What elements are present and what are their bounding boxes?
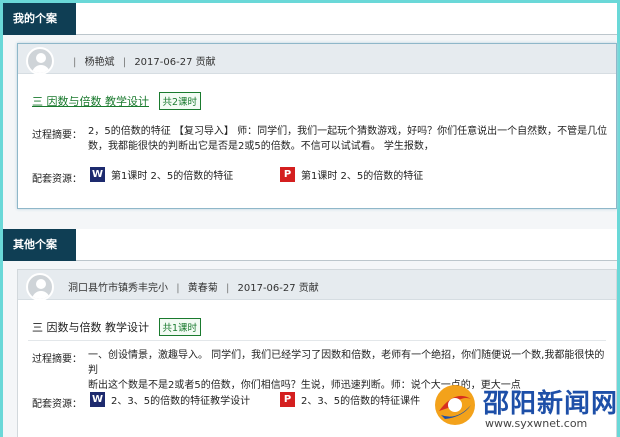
summary-label: 过程摘要： (32, 354, 82, 365)
case-card-mine: | 杨艳斌 | 2017-06-27 贡献 三 因数与倍数 教学设计 共2课时 … (17, 43, 617, 209)
resource-label[interactable]: 第1课时 2、5的倍数的特征 (301, 167, 423, 182)
resources-label: 配套资源： (32, 399, 82, 410)
case-title-link[interactable]: 三 因数与倍数 教学设计 (32, 321, 149, 334)
section-tab-others[interactable]: 其他个案 (3, 229, 76, 261)
section-tab-mine[interactable]: 我的个案 (3, 3, 76, 35)
resources-label: 配套资源： (32, 174, 82, 185)
ppt-doc-icon: P (280, 167, 295, 182)
summary-line: 数，我都能很快的判断出它是否是2或5的倍数。不信可以试试看。 学生报数， (88, 141, 434, 152)
section-others-header: 其他个案 (3, 229, 617, 261)
site-name: 邵阳新闻网 (483, 389, 619, 419)
resource-ppt[interactable]: P 2、3、5的倍数的特征课件 (280, 392, 420, 407)
resource-word[interactable]: W 2、3、5的倍数的特征教学设计 (90, 392, 250, 407)
page: 我的个案 | 杨艳斌 | 2017-06-27 贡献 三 因数与倍数 教学设计 … (0, 0, 620, 437)
author-meta: 洞口县竹市镇秀丰完小 | 黄春菊 | 2017-06-27 贡献 (68, 283, 319, 294)
avatar[interactable] (26, 47, 54, 75)
divider (28, 340, 606, 341)
lesson-count-badge: 共2课时 (158, 92, 202, 110)
case-title-link[interactable]: 三 因数与倍数 教学设计 (32, 95, 149, 108)
lesson-count-badge: 共1课时 (158, 318, 202, 336)
resource-ppt[interactable]: P 第1课时 2、5的倍数的特征 (280, 167, 423, 182)
summary-text: 2，5的倍数的特征 【复习导入】 师：同学们，我们一起玩个猜数游戏，好吗？你们任… (88, 124, 608, 154)
resource-label[interactable]: 2、3、5的倍数的特征教学设计 (111, 392, 250, 407)
author-row: 洞口县竹市镇秀丰完小 | 黄春菊 | 2017-06-27 贡献 (18, 270, 616, 301)
author-school[interactable]: 洞口县竹市镇秀丰完小 (68, 283, 168, 294)
author-name[interactable]: 杨艳斌 (85, 57, 115, 68)
case-title-row: 三 因数与倍数 教学设计 共2课时 (32, 92, 202, 110)
summary-line: 一、创设情景，激趣导入。 同学们，我们已经学习了因数和倍数，老师有一个绝招，你们… (88, 350, 605, 376)
summary-label: 过程摘要： (32, 130, 82, 141)
site-logo-icon (435, 385, 475, 425)
site-url: www.syxwnet.com (485, 417, 588, 430)
word-doc-icon: W (90, 392, 105, 407)
section-mine-header: 我的个案 (3, 3, 617, 35)
resource-label[interactable]: 2、3、5的倍数的特征课件 (301, 392, 420, 407)
word-doc-icon: W (90, 167, 105, 182)
resource-word[interactable]: W 第1课时 2、5的倍数的特征 (90, 167, 233, 182)
site-watermark: 邵阳新闻网 www.syxwnet.com (423, 377, 620, 437)
case-title-row: 三 因数与倍数 教学设计 共1课时 (32, 318, 202, 336)
author-row: | 杨艳斌 | 2017-06-27 贡献 (18, 44, 616, 75)
summary-line: 2，5的倍数的特征 【复习导入】 师：同学们，我们一起玩个猜数游戏，好吗？你们任… (88, 126, 608, 137)
contribute-date: 2017-06-27 贡献 (237, 283, 319, 294)
avatar[interactable] (26, 273, 54, 301)
ppt-doc-icon: P (280, 392, 295, 407)
author-name[interactable]: 黄春菊 (188, 283, 218, 294)
author-meta: | 杨艳斌 | 2017-06-27 贡献 (73, 57, 216, 68)
resource-label[interactable]: 第1课时 2、5的倍数的特征 (111, 167, 233, 182)
contribute-date: 2017-06-27 贡献 (134, 57, 216, 68)
